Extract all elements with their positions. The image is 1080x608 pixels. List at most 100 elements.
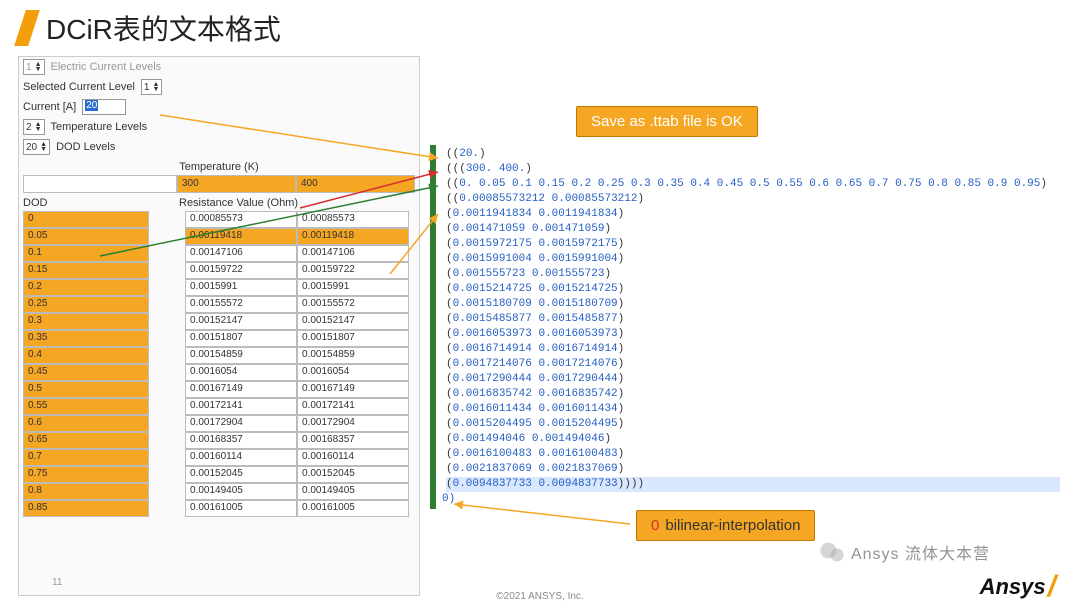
table-row[interactable]: 0.4 0.001548590.00154859 [23, 347, 415, 364]
dod-cell[interactable]: 0.55 [23, 398, 149, 415]
gap-cell [149, 330, 185, 347]
table-row[interactable]: 0.75 0.001520450.00152045 [23, 466, 415, 483]
value-cell-b[interactable]: 0.00172141 [297, 398, 409, 415]
value-cell-a[interactable]: 0.00149405 [185, 483, 297, 500]
value-cell-a[interactable]: 0.00085573 [185, 211, 297, 228]
dod-cell[interactable]: 0.05 [23, 228, 149, 245]
gap-cell [149, 313, 185, 330]
dod-levels-row: 20▲▼ DOD Levels [19, 137, 419, 157]
dod-levels-spinner[interactable]: 20▲▼ [23, 139, 50, 155]
copyright-footer: ©2021 ANSYS, Inc. [0, 591, 1080, 602]
value-cell-b[interactable]: 0.00167149 [297, 381, 409, 398]
value-cell-b[interactable]: 0.00152147 [297, 313, 409, 330]
table-row[interactable]: 0.8 0.001494050.00149405 [23, 483, 415, 500]
dod-cell[interactable]: 0.25 [23, 296, 149, 313]
code-line: (0.0015991004 0.0015991004) [446, 252, 1060, 267]
current-input[interactable]: 20 [82, 99, 126, 115]
gap-cell [149, 432, 185, 449]
value-cell-b[interactable]: 0.00161005 [297, 500, 409, 517]
table-row[interactable]: 0.1 0.001471060.00147106 [23, 245, 415, 262]
value-cell-a[interactable]: 0.00119418 [185, 228, 297, 245]
table-columns-header: DOD Resistance Value (Ohm) [23, 197, 415, 209]
dod-cell[interactable]: 0.2 [23, 279, 149, 296]
table-row[interactable]: 0.2 0.00159910.0015991 [23, 279, 415, 296]
value-cell-b[interactable]: 0.00147106 [297, 245, 409, 262]
selected-level-spinner[interactable]: 1▲▼ [141, 79, 163, 95]
dod-cell[interactable]: 0.5 [23, 381, 149, 398]
value-cell-a[interactable]: 0.00168357 [185, 432, 297, 449]
value-cell-b[interactable]: 0.00168357 [297, 432, 409, 449]
value-cell-b[interactable]: 0.00159722 [297, 262, 409, 279]
dod-cell[interactable]: 0.65 [23, 432, 149, 449]
value-cell-a[interactable]: 0.00154859 [185, 347, 297, 364]
dod-cell[interactable]: 0.3 [23, 313, 149, 330]
value-cell-a[interactable]: 0.00172904 [185, 415, 297, 432]
table-row[interactable]: 0.35 0.001518070.00151807 [23, 330, 415, 347]
table-row[interactable]: 0.5 0.001671490.00167149 [23, 381, 415, 398]
value-cell-b[interactable]: 0.00149405 [297, 483, 409, 500]
table-row[interactable]: 0.7 0.001601140.00160114 [23, 449, 415, 466]
value-cell-b[interactable]: 0.00155572 [297, 296, 409, 313]
value-cell-a[interactable]: 0.0016054 [185, 364, 297, 381]
value-cell-a[interactable]: 0.00159722 [185, 262, 297, 279]
table-row[interactable]: 0.45 0.00160540.0016054 [23, 364, 415, 381]
value-cell-a[interactable]: 0.00160114 [185, 449, 297, 466]
value-cell-b[interactable]: 0.0016054 [297, 364, 409, 381]
value-cell-a[interactable]: 0.00155572 [185, 296, 297, 313]
temperature-cells: 300 400 [23, 175, 415, 193]
table-row[interactable]: 0.65 0.001683570.00168357 [23, 432, 415, 449]
value-cell-b[interactable]: 0.0015991 [297, 279, 409, 296]
value-cell-b[interactable]: 0.00119418 [297, 228, 409, 245]
dod-cell[interactable]: 0.85 [23, 500, 149, 517]
value-cell-b[interactable]: 0.00151807 [297, 330, 409, 347]
dod-cell[interactable]: 0.1 [23, 245, 149, 262]
value-cell-a[interactable]: 0.00151807 [185, 330, 297, 347]
temp-levels-spinner[interactable]: 2▲▼ [23, 119, 45, 135]
dod-cell[interactable]: 0.35 [23, 330, 149, 347]
value-cell-a[interactable]: 0.00161005 [185, 500, 297, 517]
code-line: (0.0015180709 0.0015180709) [446, 297, 1060, 312]
resistance-table: 00.000855730.000855730.050.001194180.001… [23, 211, 415, 517]
temp-cell-1[interactable]: 400 [296, 175, 415, 193]
temp-cell-0[interactable]: 300 [177, 175, 296, 193]
value-cell-b[interactable]: 0.00172904 [297, 415, 409, 432]
code-line: (((300. 400.) [446, 162, 1060, 177]
value-cell-a[interactable]: 0.00152045 [185, 466, 297, 483]
table-row[interactable]: 0.85 0.001610050.00161005 [23, 500, 415, 517]
dod-cell[interactable]: 0.45 [23, 364, 149, 381]
dod-cell[interactable]: 0 [23, 211, 149, 228]
brand-logo: Ansys/ [980, 570, 1056, 604]
dod-cell[interactable]: 0.7 [23, 449, 149, 466]
value-cell-a[interactable]: 0.00147106 [185, 245, 297, 262]
code-line: (0.0015204495 0.0015204495) [446, 417, 1060, 432]
code-panel: ((20.)(((300. 400.)((0. 0.05 0.1 0.15 0.… [430, 145, 1066, 505]
bilinear-zero: 0 [651, 517, 659, 534]
value-cell-b[interactable]: 0.00160114 [297, 449, 409, 466]
electric-levels-spinner[interactable]: 1▲▼ [23, 59, 45, 75]
table-row[interactable]: 0.55 0.001721410.00172141 [23, 398, 415, 415]
gap-cell [149, 381, 185, 398]
value-cell-a[interactable]: 0.00152147 [185, 313, 297, 330]
value-cell-a[interactable]: 0.0015991 [185, 279, 297, 296]
dod-cell[interactable]: 0.15 [23, 262, 149, 279]
dod-cell[interactable]: 0.75 [23, 466, 149, 483]
value-cell-a[interactable]: 0.00167149 [185, 381, 297, 398]
table-row[interactable]: 0.3 0.001521470.00152147 [23, 313, 415, 330]
value-cell-b[interactable]: 0.00085573 [297, 211, 409, 228]
dod-cell[interactable]: 0.8 [23, 483, 149, 500]
dod-cell[interactable]: 0.6 [23, 415, 149, 432]
temp-levels-row: 2▲▼ Temperature Levels [19, 117, 419, 137]
table-row[interactable]: 0.15 0.001597220.00159722 [23, 262, 415, 279]
value-cell-a[interactable]: 0.00172141 [185, 398, 297, 415]
value-cell-b[interactable]: 0.00152045 [297, 466, 409, 483]
table-row[interactable]: 0.05 0.001194180.00119418 [23, 228, 415, 245]
ttab-code[interactable]: ((20.)(((300. 400.)((0. 0.05 0.1 0.15 0.… [430, 145, 1066, 509]
dod-cell[interactable]: 0.4 [23, 347, 149, 364]
code-line: (0.0015485877 0.0015485877) [446, 312, 1060, 327]
code-line: (0.0015972175 0.0015972175) [446, 237, 1060, 252]
table-row[interactable]: 0.25 0.001555720.00155572 [23, 296, 415, 313]
value-cell-b[interactable]: 0.00154859 [297, 347, 409, 364]
table-row[interactable]: 0.6 0.001729040.00172904 [23, 415, 415, 432]
table-row[interactable]: 0 0.000855730.00085573 [23, 211, 415, 228]
temp-blank-cell[interactable] [23, 175, 177, 193]
